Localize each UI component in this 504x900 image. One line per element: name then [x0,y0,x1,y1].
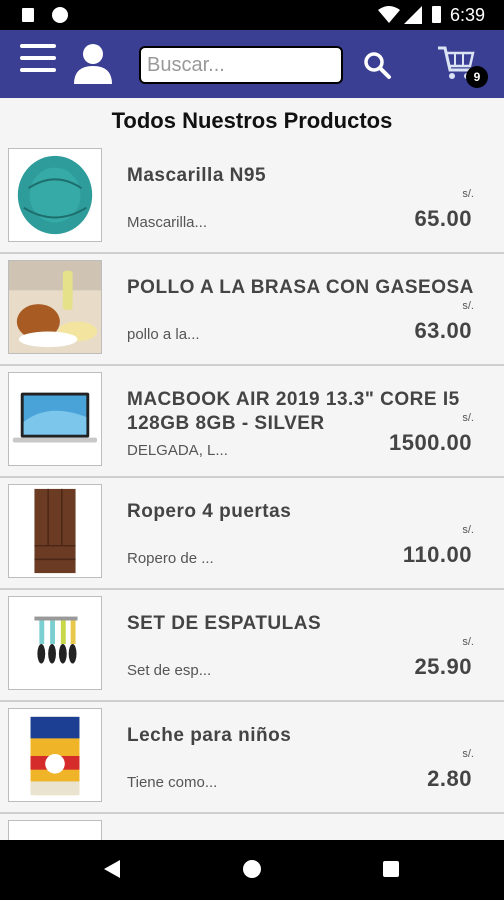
notification-dot-icon [52,7,68,23]
recent-apps-icon[interactable] [383,861,399,877]
laptop-image [8,372,102,466]
product-price: 2.80 [427,766,472,791]
product-name: SET DE ESPATULAS [127,613,322,634]
product-description: Ropero de ... [127,550,214,567]
cart-count-badge: 9 [466,66,488,88]
battery-icon [432,6,441,23]
page-title: Todos Nuestros Productos [111,108,393,133]
product-list: Mascarilla N95 Mascarilla... s/. 65.00 P… [0,142,504,840]
currency-label: s/. [462,636,474,648]
navigation-bar [0,840,504,900]
product-item[interactable]: Leche para niños Tiene como... s/. 2.80 [0,702,504,814]
app-bar: 9 [0,30,504,98]
spatula-set-image [8,596,102,690]
home-icon[interactable] [243,860,261,878]
roast-chicken-image [8,260,102,354]
currency-label: s/. [462,524,474,536]
product-item[interactable]: POLLO A LA BRASA CON GASEOSA pollo a la.… [0,254,504,366]
currency-label: s/. [462,300,474,312]
product-description: Tiene como... [127,774,218,791]
product-name: MACBOOK AIR 2019 13.3" CORE I5 128GB 8GB… [127,389,460,434]
search-icon[interactable] [362,50,392,80]
product-item[interactable]: SET DE ESPATULAS Set de esp... s/. 25.90 [0,590,504,702]
product-item[interactable]: MACBOOK AIR 2019 13.3" CORE I5 128GB 8GB… [0,366,504,478]
product-description: pollo a la... [127,326,200,343]
wifi-icon [378,6,400,23]
milk-can-image [8,708,102,802]
product-description: Set de esp... [127,662,212,679]
back-icon[interactable] [104,860,120,878]
product-image [8,820,102,840]
menu-icon[interactable] [20,44,56,80]
product-name: Mascarilla N95 [127,165,267,186]
product-description: DELGADA, L... [127,442,228,459]
user-icon[interactable] [72,42,114,84]
product-price: 1500.00 [388,430,472,455]
product-item[interactable]: Mascarilla N95 Mascarilla... s/. 65.00 [0,142,504,254]
signal-icon [404,6,422,24]
sd-card-icon [22,8,34,22]
currency-label: s/. [462,188,474,200]
n95-mask-image [8,148,102,242]
product-price: 63.00 [414,318,472,343]
search-input[interactable] [139,46,343,84]
product-item[interactable] [0,814,504,840]
product-name: POLLO A LA BRASA CON GASEOSA [127,277,474,298]
product-price: 110.00 [402,542,472,567]
currency-label: s/. [462,412,474,424]
product-price: 25.90 [414,654,472,679]
currency-label: s/. [462,748,474,760]
product-name: Leche para niños [127,725,292,746]
product-name: Ropero 4 puertas [127,501,292,522]
wardrobe-image [8,484,102,578]
status-time: 6:39 [450,5,486,25]
product-item[interactable]: Ropero 4 puertas Ropero de ... s/. 110.0… [0,478,504,590]
product-price: 65.00 [414,206,472,231]
product-description: Mascarilla... [127,214,208,231]
status-bar: 6:39 [0,0,504,30]
